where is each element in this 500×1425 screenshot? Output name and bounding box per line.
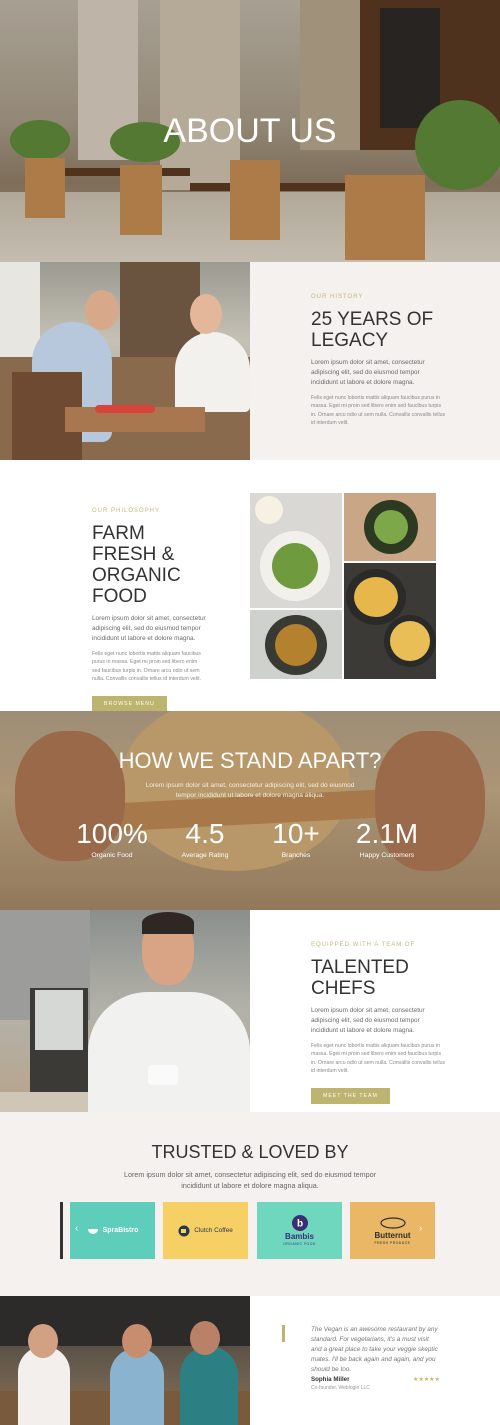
couple-photo (0, 262, 250, 460)
quote-accent-bar (282, 1325, 285, 1342)
partner-tagline: FRESH PRODUCE (374, 1241, 411, 1245)
heading-line: 25 YEARS OF (311, 309, 434, 330)
intro-paragraph: Lorem ipsum dolor sit amet, consectetur … (311, 1007, 425, 1034)
section-heading: HOW WE STAND APART? (118, 748, 382, 773)
trusted-section: TRUSTED & LOVED BY Lorem ipsum dolor sit… (0, 1112, 500, 1296)
partner-logo-bambis[interactable]: b Bambis ORGANIC FOOD (257, 1202, 342, 1259)
stat-value: 100% (76, 818, 148, 849)
section-subtitle: Lorem ipsum dolor sit amet, consectetur … (145, 782, 355, 799)
section-heading: TALENTED CHEFS (311, 957, 409, 999)
intro-paragraph: Lorem ipsum dolor sit amet, consectetur … (92, 615, 206, 642)
reviewer-role: Co-founder, Weblogin LLC (311, 1385, 370, 1391)
partner-name: Butternut (374, 1231, 411, 1240)
stat-branches: 10+ Branches (246, 818, 346, 859)
partner-logo-sprabistro[interactable]: SpraBistro (70, 1202, 155, 1259)
food-photo (344, 563, 436, 679)
chefs-section: EQUIPPED WITH A TEAM OF TALENTED CHEFS L… (0, 910, 500, 1112)
page-title: ABOUT US (163, 112, 337, 150)
body-paragraph: Felis eget nunc lobortis mattis aliquam … (311, 395, 446, 427)
food-photo (250, 493, 342, 608)
section-kicker: OUR HISTORY (311, 294, 364, 300)
philosophy-text: OUR PHILOSOPHY FARM FRESH & ORGANIC FOOD… (92, 508, 207, 711)
reviewer-name: Sophia Miller (311, 1376, 350, 1383)
partner-tagline: ORGANIC FOOD (283, 1242, 316, 1246)
carousel-accent-bar (60, 1202, 63, 1259)
browse-menu-button[interactable]: BROWSE MENU (92, 695, 167, 711)
stat-label: Average Rating (181, 852, 229, 859)
carousel-prev-arrow-icon[interactable]: ‹ (75, 1223, 78, 1234)
heading-line: ORGANIC FOOD (92, 565, 181, 607)
intro-paragraph: Lorem ipsum dolor sit amet, consectetur … (311, 359, 425, 386)
bambis-badge-icon: b (291, 1215, 308, 1231)
body-paragraph: Felis eget nunc lobortis mattis aliquam … (311, 1043, 446, 1075)
section-subtitle: Lorem ipsum dolor sit amet, consectetur … (123, 1170, 377, 1190)
stat-label: Organic Food (91, 852, 133, 859)
body-paragraph: Felis eget nunc lobortis mattis aliquam … (92, 651, 201, 683)
philosophy-section: OUR PHILOSOPHY FARM FRESH & ORGANIC FOOD… (0, 460, 500, 711)
stat-value: 4.5 (185, 818, 225, 849)
section-overlay (0, 711, 500, 910)
hero-section: ABOUT US (0, 0, 500, 262)
coffee-cup-icon (178, 1225, 190, 1236)
squash-icon (379, 1217, 406, 1229)
partner-logo-clutch-coffee[interactable]: Clutch Coffee (163, 1202, 248, 1259)
partner-name: SpraBistro (102, 1227, 139, 1234)
stat-organic-food: 100% Organic Food (62, 818, 162, 859)
section-heading: 25 YEARS OF LEGACY (311, 309, 446, 351)
history-section: OUR HISTORY 25 YEARS OF LEGACY Lorem ips… (0, 262, 500, 460)
section-heading: TRUSTED & LOVED BY (151, 1142, 349, 1162)
testimonial-section: The Vegan is an awesome restaurant by an… (0, 1296, 500, 1425)
stat-happy-customers: 2.1M Happy Customers (337, 818, 437, 859)
chef-photo (0, 910, 250, 1112)
chefs-text: EQUIPPED WITH A TEAM OF TALENTED CHEFS L… (311, 942, 446, 1104)
heading-line: LEGACY (311, 330, 389, 351)
stat-value: 10+ (272, 818, 320, 849)
section-kicker: EQUIPPED WITH A TEAM OF (311, 942, 416, 948)
stat-value: 2.1M (355, 818, 419, 849)
bowl-icon (87, 1228, 98, 1234)
section-heading: FARM FRESH & ORGANIC FOOD (92, 523, 207, 607)
carousel-next-arrow-icon[interactable]: › (419, 1223, 422, 1234)
history-text: OUR HISTORY 25 YEARS OF LEGACY Lorem ips… (311, 294, 446, 428)
meet-the-team-button[interactable]: MEET THE TEAM (311, 1087, 390, 1104)
heading-line: FARM FRESH & (92, 523, 175, 565)
stand-apart-section: HOW WE STAND APART? Lorem ipsum dolor si… (0, 711, 500, 910)
stat-label: Branches (281, 852, 311, 859)
food-photo (344, 493, 436, 561)
stat-label: Happy Customers (359, 852, 415, 859)
friends-photo (0, 1296, 250, 1425)
partner-name: Clutch Coffee (194, 1227, 233, 1234)
stat-average-rating: 4.5 Average Rating (155, 818, 255, 859)
food-photo (250, 610, 342, 679)
section-kicker: OUR PHILOSOPHY (92, 508, 161, 514)
partner-name: Bambis (285, 1232, 314, 1241)
svg-text:b: b (296, 1219, 302, 1230)
food-photo-grid (250, 493, 436, 679)
rating-stars-icon: ★★★★★ (413, 1377, 440, 1383)
testimonial-quote: The Vegan is an awesome restaurant by an… (311, 1326, 438, 1373)
